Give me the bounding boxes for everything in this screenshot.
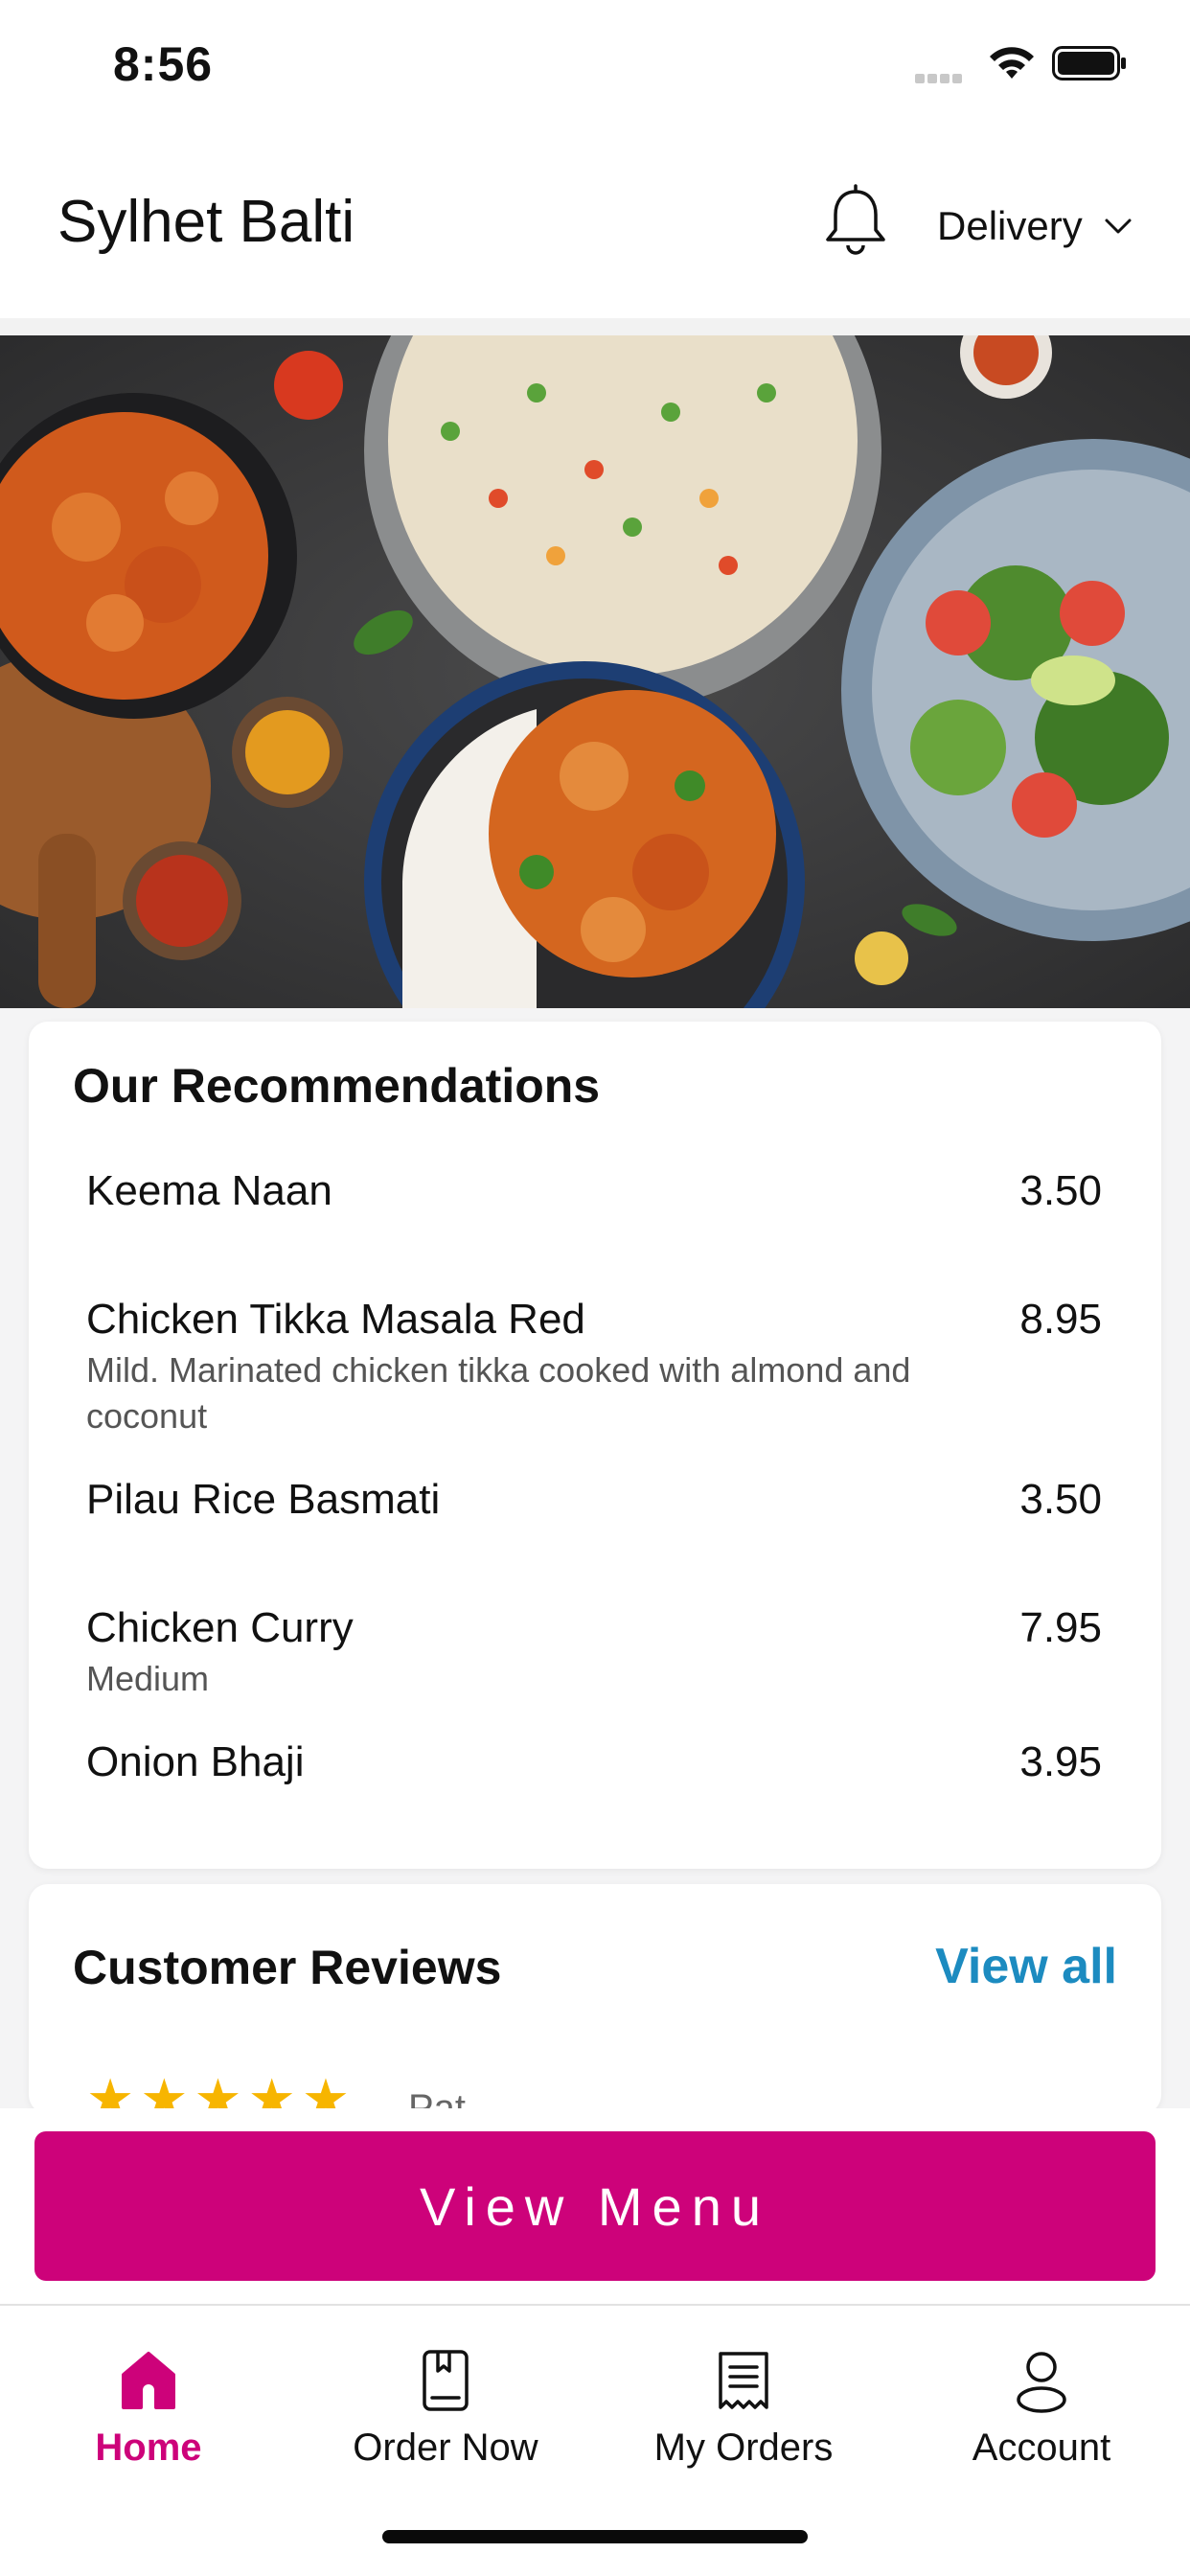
recommendations-title: Our Recommendations (73, 1059, 601, 1113)
item-price: 3.50 (1019, 1476, 1102, 1523)
item-name: Onion Bhaji (86, 1738, 305, 1785)
wifi-icon (990, 47, 1034, 79)
item-name: Chicken Curry (86, 1604, 354, 1651)
tab-order-now[interactable]: Order Now (297, 2306, 594, 2497)
receipt-icon (719, 2352, 768, 2409)
home-icon (122, 2352, 175, 2409)
status-time: 8:56 (113, 37, 214, 91)
recommendation-item[interactable]: Keema Naan 3.50 (86, 1167, 1102, 1215)
recommendation-item[interactable]: Chicken Tikka Masala Red Mild. Marinated… (86, 1296, 1102, 1439)
tab-label: Account (972, 2426, 1111, 2469)
item-description: Medium (86, 1659, 210, 1698)
page-title: Sylhet Balti (57, 189, 355, 255)
chevron-down-icon (1105, 218, 1132, 234)
view-menu-button[interactable]: View Menu (34, 2131, 1156, 2281)
item-name: Chicken Tikka Masala Red (86, 1296, 585, 1343)
recommendation-item[interactable]: Onion Bhaji 3.95 (86, 1738, 1102, 1786)
item-name: Keema Naan (86, 1167, 332, 1214)
battery-icon (1052, 46, 1126, 80)
order-type-label: Delivery (937, 203, 1083, 248)
item-name: Pilau Rice Basmati (86, 1476, 441, 1523)
view-all-link[interactable]: View all (935, 1938, 1117, 1995)
recommendation-item[interactable]: Pilau Rice Basmati 3.50 (86, 1476, 1102, 1524)
hero-food-image (0, 335, 1190, 1008)
status-bar: 8:56 (0, 0, 1190, 134)
home-indicator (382, 2530, 808, 2543)
recommendation-item[interactable]: Chicken Curry Medium 7.95 (86, 1604, 1102, 1702)
bell-icon[interactable] (822, 184, 889, 257)
item-price: 8.95 (1019, 1296, 1102, 1343)
reviews-title: Customer Reviews (73, 1941, 502, 1994)
tab-label: Order Now (353, 2426, 538, 2469)
tab-label: My Orders (653, 2426, 834, 2469)
cta-area: View Menu (0, 2108, 1190, 2304)
item-price: 7.95 (1019, 1604, 1102, 1651)
tab-my-orders[interactable]: My Orders (595, 2306, 892, 2497)
recommendations-card: Our Recommendations Keema Naan 3.50 Chic… (29, 1022, 1161, 1869)
app-header: Sylhet Balti Delivery (0, 134, 1190, 318)
tab-home[interactable]: Home (0, 2306, 297, 2497)
tab-account[interactable]: Account (893, 2306, 1190, 2497)
item-price: 3.50 (1019, 1167, 1102, 1214)
order-type-select[interactable]: Delivery (937, 197, 1133, 255)
cellular-signal-icon (915, 71, 971, 83)
order-book-icon (423, 2350, 469, 2411)
customer-reviews-card: Customer Reviews View all ★ ★ ★ ★ ★ Pat (29, 1884, 1161, 2129)
header-divider (0, 318, 1190, 335)
item-price: 3.95 (1019, 1738, 1102, 1785)
item-description: Mild. Marinated chicken tikka cooked wit… (86, 1350, 911, 1436)
tab-label: Home (95, 2426, 202, 2469)
person-icon (1017, 2352, 1066, 2413)
